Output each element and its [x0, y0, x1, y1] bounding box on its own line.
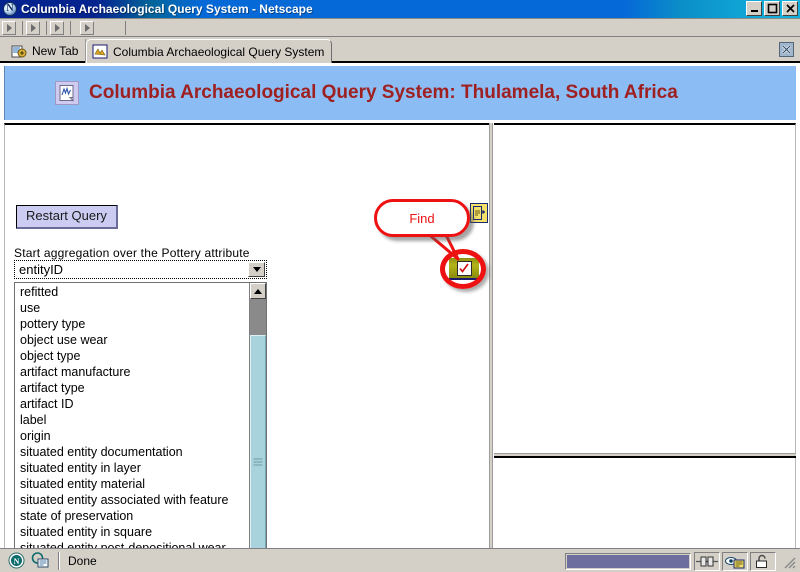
- preview-status-cell[interactable]: [722, 552, 748, 571]
- list-item[interactable]: situated entity in layer: [15, 460, 249, 476]
- aggregation-prompt-label: Start aggregation over the Pottery attri…: [14, 246, 250, 260]
- annotation-highlight-ring: [440, 249, 486, 289]
- minimize-icon[interactable]: [746, 1, 762, 16]
- list-item[interactable]: situated entity in square: [15, 524, 249, 540]
- list-item[interactable]: label: [15, 412, 249, 428]
- list-item[interactable]: pottery type: [15, 316, 249, 332]
- padlock-icon: [756, 554, 767, 568]
- chevron-right-icon: [54, 24, 60, 32]
- scrollbar-grip-icon: [253, 458, 263, 465]
- vertical-frame-splitter[interactable]: [489, 123, 493, 548]
- status-bar: N Done: [0, 548, 800, 572]
- triangle-up: [254, 288, 262, 294]
- status-message: Done: [68, 553, 97, 568]
- page-content: Columbia Archaeological Query System: Th…: [0, 63, 800, 548]
- collapsed-toolbars: [0, 20, 800, 37]
- tab-new-tab[interactable]: New Tab: [6, 39, 87, 63]
- attribute-combobox[interactable]: entityID: [14, 260, 267, 279]
- toolbar-gripper-2[interactable]: [26, 21, 40, 35]
- connection-status-cell[interactable]: [694, 552, 720, 571]
- netscape-browser-window: N Columbia Archaeological Query System -…: [0, 0, 800, 572]
- tab-label: New Tab: [32, 44, 79, 58]
- list-item[interactable]: state of preservation: [15, 508, 249, 524]
- page-banner: Columbia Archaeological Query System: Th…: [4, 66, 796, 120]
- attribute-list-items: refitted use pottery type object use wear ob…: [15, 283, 249, 548]
- connection-icon: [696, 556, 718, 567]
- chevron-right-icon: [30, 24, 36, 32]
- list-item[interactable]: refitted: [15, 284, 249, 300]
- toolbar-separator-1: [22, 21, 23, 35]
- tab-strip: New Tab Columbia Archaeological Query Sy…: [0, 37, 800, 63]
- window-title-bar: N Columbia Archaeological Query System -…: [0, 0, 800, 19]
- callout-label: Find: [409, 210, 435, 226]
- list-item[interactable]: situated entity post-depositional wear: [15, 540, 249, 548]
- list-item[interactable]: artifact manufacture: [15, 364, 249, 380]
- list-item[interactable]: artifact ID: [15, 396, 249, 412]
- list-item[interactable]: origin: [15, 428, 249, 444]
- security-status-icon[interactable]: [31, 552, 50, 569]
- list-item[interactable]: situated entity associated with feature: [15, 492, 249, 508]
- list-item[interactable]: object use wear: [15, 332, 249, 348]
- resize-grip-icon[interactable]: [780, 553, 796, 570]
- close-tab-icon[interactable]: [779, 42, 794, 57]
- page-icon: [92, 44, 108, 59]
- document-scribble-icon: [55, 81, 79, 105]
- scrollbar-track-above[interactable]: [250, 299, 266, 335]
- attribute-combobox-value: entityID: [19, 262, 64, 277]
- scrollbar-thumb[interactable]: [250, 335, 266, 548]
- tab-columbia-archaeological-query-system[interactable]: Columbia Archaeological Query System: [86, 39, 333, 63]
- chevron-right-icon: [84, 24, 90, 32]
- toolbar-gripper-4[interactable]: [80, 21, 94, 35]
- toolbar-gripper-1[interactable]: [2, 21, 16, 35]
- toolbar-separator-4: [125, 21, 126, 35]
- netscape-icon: N: [3, 2, 17, 16]
- window-title: Columbia Archaeological Query System - N…: [21, 2, 313, 16]
- scroll-up-button[interactable]: [250, 283, 266, 299]
- attribute-listbox[interactable]: refitted use pottery type object use wear ob…: [14, 282, 267, 548]
- status-left-icons: N: [8, 552, 50, 569]
- window-controls: [746, 1, 798, 16]
- list-item[interactable]: situated entity material: [15, 476, 249, 492]
- maximize-icon[interactable]: [764, 1, 780, 16]
- netscape-status-icon[interactable]: N: [8, 552, 25, 569]
- list-item[interactable]: object type: [15, 348, 249, 364]
- page-title: Columbia Archaeological Query System: Th…: [89, 82, 678, 103]
- toolbar-separator-2: [46, 21, 47, 35]
- svg-text:N: N: [14, 557, 20, 566]
- triangle-down: [252, 267, 261, 272]
- close-icon[interactable]: [782, 1, 798, 16]
- status-right-area: [565, 552, 796, 571]
- toolbar-gripper-3[interactable]: [50, 21, 64, 35]
- new-tab-icon: [11, 45, 27, 57]
- restart-query-button[interactable]: Restart Query: [16, 205, 118, 230]
- list-item[interactable]: situated entity documentation: [15, 444, 249, 460]
- status-separator: [58, 551, 60, 570]
- form-submit-small-icon[interactable]: [470, 203, 488, 223]
- list-item[interactable]: artifact type: [15, 380, 249, 396]
- toolbar-separator-3: [70, 21, 71, 35]
- tab-label: Columbia Archaeological Query System: [113, 44, 325, 59]
- progress-bar-fill: [567, 555, 689, 568]
- preview-icon: [725, 556, 745, 568]
- listbox-scrollbar[interactable]: [249, 283, 266, 548]
- chevron-down-icon[interactable]: [248, 262, 265, 277]
- right-frame: [494, 123, 796, 548]
- list-item[interactable]: use: [15, 300, 249, 316]
- progress-bar: [565, 553, 691, 570]
- horizontal-frame-splitter[interactable]: [494, 453, 796, 458]
- find-callout-bubble: Find: [374, 199, 470, 237]
- security-padlock-cell[interactable]: [750, 552, 776, 571]
- chevron-right-icon: [6, 24, 12, 32]
